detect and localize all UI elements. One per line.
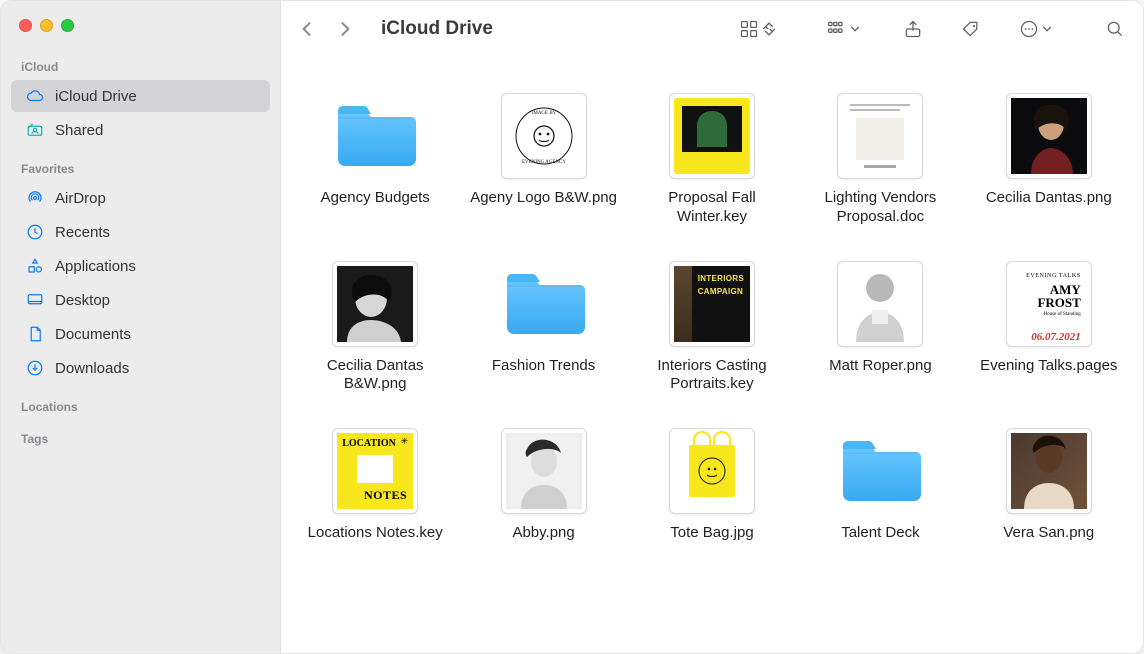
finder-window: iCloud iCloud Drive Shared Favorites AirDrop… xyxy=(0,0,1144,654)
minimize-button[interactable] xyxy=(40,19,53,32)
toolbar: iCloud Drive xyxy=(281,1,1143,57)
view-as-icons-button[interactable] xyxy=(739,19,775,39)
shared-icon xyxy=(25,120,45,140)
sidebar-item-label: Downloads xyxy=(55,360,129,377)
file-item[interactable]: Fashion Trends xyxy=(468,261,620,395)
file-label: Agency Budgets xyxy=(321,189,430,208)
file-label: Locations Notes.key xyxy=(308,524,443,543)
window-title: iCloud Drive xyxy=(381,18,493,40)
file-label: Proposal Fall Winter.key xyxy=(637,189,787,227)
sidebar-item-shared[interactable]: Shared xyxy=(11,114,270,146)
file-label: Vera San.png xyxy=(1003,524,1094,543)
file-item[interactable]: Lighting Vendors Proposal.doc xyxy=(804,93,956,227)
sidebar-item-downloads[interactable]: Downloads xyxy=(11,352,270,384)
sidebar: iCloud iCloud Drive Shared Favorites AirDrop… xyxy=(1,1,281,653)
back-button[interactable] xyxy=(293,15,321,43)
file-item[interactable]: Talent Deck xyxy=(804,428,956,543)
desktop-icon xyxy=(25,290,45,310)
action-menu-button[interactable] xyxy=(1019,19,1053,39)
main-pane: iCloud Drive Ag xyxy=(281,1,1143,653)
document-icon xyxy=(25,324,45,344)
apps-icon xyxy=(25,256,45,276)
sidebar-item-label: Shared xyxy=(55,122,103,139)
file-item[interactable]: Matt Roper.png xyxy=(804,261,956,395)
clock-icon xyxy=(25,222,45,242)
share-button[interactable] xyxy=(903,19,923,39)
search-button[interactable] xyxy=(1105,19,1125,39)
sidebar-item-label: AirDrop xyxy=(55,190,106,207)
close-button[interactable] xyxy=(19,19,32,32)
forward-button[interactable] xyxy=(331,15,359,43)
svg-text:EVENING AGENCY: EVENING AGENCY xyxy=(522,160,566,165)
sidebar-section-favorites[interactable]: Favorites xyxy=(1,148,280,180)
sidebar-item-airdrop[interactable]: AirDrop xyxy=(11,182,270,214)
tags-button[interactable] xyxy=(961,19,981,39)
file-item[interactable]: INTERIORSCAMPAIGNInteriors Casting Portr… xyxy=(636,261,788,395)
airdrop-icon xyxy=(25,188,45,208)
file-item[interactable]: Vera San.png xyxy=(973,428,1125,543)
sidebar-item-recents[interactable]: Recents xyxy=(11,216,270,248)
file-item[interactable]: LOCATION✳NOTESLocations Notes.key xyxy=(299,428,451,543)
file-label: Ageny Logo B&W.png xyxy=(470,189,617,208)
file-item[interactable]: Abby.png xyxy=(468,428,620,543)
file-label: Abby.png xyxy=(512,524,574,543)
file-item[interactable]: Tote Bag.jpg xyxy=(636,428,788,543)
file-grid: Agency Budgets IMAGE BY EVENING AGENCY Agen… xyxy=(281,57,1143,653)
file-label: Cecilia Dantas B&W.png xyxy=(300,357,450,395)
file-label: Evening Talks.pages xyxy=(980,357,1117,376)
file-label: Matt Roper.png xyxy=(829,357,932,376)
sidebar-item-label: Recents xyxy=(55,224,110,241)
group-by-button[interactable] xyxy=(827,19,861,39)
file-item[interactable]: EVENING TALKSAMYFROSTHouse of Standing06… xyxy=(973,261,1125,395)
file-label: Talent Deck xyxy=(841,524,919,543)
sidebar-item-icloud-drive[interactable]: iCloud Drive xyxy=(11,80,270,112)
file-label: Fashion Trends xyxy=(492,357,595,376)
sidebar-item-label: Desktop xyxy=(55,292,110,309)
maximize-button[interactable] xyxy=(61,19,74,32)
download-icon xyxy=(25,358,45,378)
file-item[interactable]: Cecilia Dantas.png xyxy=(973,93,1125,227)
file-item[interactable]: IMAGE BY EVENING AGENCY Ageny Logo B&W.png xyxy=(468,93,620,227)
file-label: Interiors Casting Portraits.key xyxy=(637,357,787,395)
sidebar-item-desktop[interactable]: Desktop xyxy=(11,284,270,316)
window-controls xyxy=(1,1,280,46)
file-item[interactable]: Cecilia Dantas B&W.png xyxy=(299,261,451,395)
sidebar-item-applications[interactable]: Applications xyxy=(11,250,270,282)
file-label: Lighting Vendors Proposal.doc xyxy=(805,189,955,227)
file-label: Tote Bag.jpg xyxy=(670,524,753,543)
sidebar-item-label: iCloud Drive xyxy=(55,88,137,105)
file-item[interactable]: Agency Budgets xyxy=(299,93,451,227)
file-item[interactable]: Proposal Fall Winter.key xyxy=(636,93,788,227)
sidebar-section-tags[interactable]: Tags xyxy=(1,418,280,450)
sidebar-item-label: Documents xyxy=(55,326,131,343)
sidebar-item-label: Applications xyxy=(55,258,136,275)
svg-text:IMAGE BY: IMAGE BY xyxy=(531,111,556,116)
file-label: Cecilia Dantas.png xyxy=(986,189,1112,208)
sidebar-section-locations[interactable]: Locations xyxy=(1,386,280,418)
sidebar-item-documents[interactable]: Documents xyxy=(11,318,270,350)
cloud-icon xyxy=(25,86,45,106)
sidebar-section-icloud[interactable]: iCloud xyxy=(1,46,280,78)
